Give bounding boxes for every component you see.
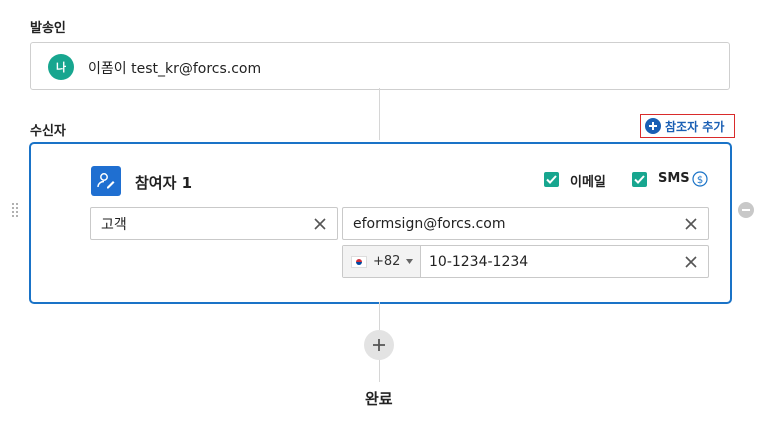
sender-box: 나 이폼이 test_kr@forcs.com	[30, 42, 730, 90]
add-cc-button[interactable]: 참조자 추가	[640, 114, 735, 138]
clear-name-icon[interactable]	[313, 217, 327, 231]
add-step-button[interactable]	[364, 330, 394, 360]
done-label: 완료	[365, 390, 393, 408]
email-input[interactable]: eformsign@forcs.com	[342, 207, 709, 240]
phone-input[interactable]: +82 10-1234-1234	[342, 245, 709, 278]
sender-avatar: 나	[48, 54, 74, 80]
remove-recipient-button[interactable]	[738, 202, 754, 218]
dollar-circle-icon[interactable]: $	[692, 171, 708, 191]
korea-flag-icon	[351, 255, 367, 268]
sender-section-label: 발송인	[30, 21, 66, 36]
recipients-section-label: 수신자	[30, 124, 66, 139]
name-input[interactable]: 고객	[90, 207, 338, 240]
country-code-value: +82	[373, 254, 401, 269]
plus-icon	[373, 339, 385, 351]
sms-checkbox-label: SMS	[658, 171, 690, 186]
flow-connector-top	[379, 88, 380, 140]
caret-down-icon	[406, 259, 414, 264]
email-input-value: eformsign@forcs.com	[353, 215, 506, 232]
name-input-value: 고객	[101, 216, 127, 233]
sender-name-email: 이폼이 test_kr@forcs.com	[88, 61, 262, 77]
country-code-select[interactable]: +82	[343, 246, 421, 277]
flow-connector-middle	[379, 302, 380, 330]
email-checkbox-label: 이메일	[570, 175, 606, 190]
phone-input-value: 10-1234-1234	[429, 253, 529, 270]
plus-circle-icon	[645, 118, 661, 134]
clear-phone-icon[interactable]	[684, 255, 698, 269]
drag-handle-icon[interactable]	[12, 202, 18, 221]
participant-role-icon	[91, 166, 121, 196]
email-checkbox[interactable]	[544, 172, 559, 187]
flow-connector-bottom	[379, 360, 380, 382]
clear-email-icon[interactable]	[684, 217, 698, 231]
svg-text:$: $	[697, 175, 703, 186]
sms-checkbox[interactable]	[632, 172, 647, 187]
participant-title: 참여자 1	[135, 174, 193, 192]
add-cc-label: 참조자 추가	[665, 119, 725, 134]
